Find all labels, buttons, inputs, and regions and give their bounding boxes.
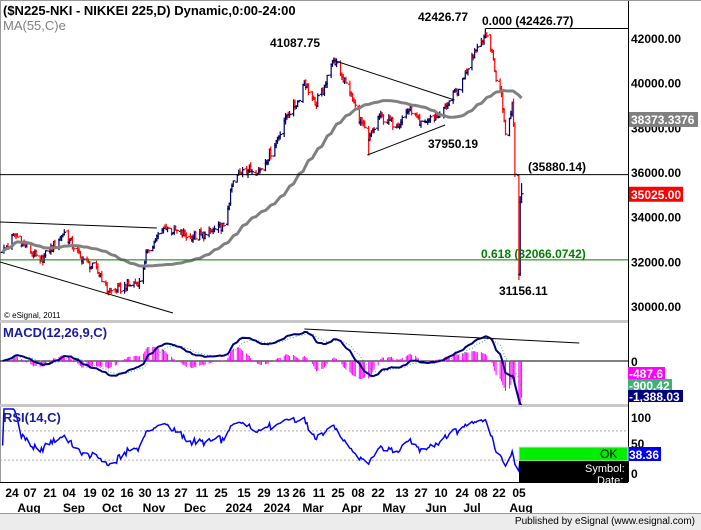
date-tick-label: 22: [492, 486, 506, 500]
watermark: © eSignal, 2011: [4, 311, 61, 320]
fib-level-0-label: 0.000 (42426.77): [482, 14, 573, 28]
crosshair-popup: OK Symbol: Date:: [518, 446, 629, 487]
panel-splitter-macd[interactable]: [0, 320, 628, 323]
date-tick-label: 07: [23, 486, 37, 500]
fib-level-618-label: 0.618 (32066.0742): [481, 247, 586, 261]
date-tick-label: 08: [474, 486, 488, 500]
rsi-tick-label: 0: [631, 467, 638, 481]
popup-ok[interactable]: OK: [600, 447, 617, 461]
price-tick-label: 32000.00: [631, 255, 681, 269]
date-tick-label: 30: [138, 486, 152, 500]
month-label: Mar: [302, 501, 324, 513]
chart-background: [0, 0, 701, 513]
month-label: Jul: [463, 501, 480, 513]
price-annotation: 42426.77: [418, 10, 468, 24]
month-label: Jun: [425, 501, 446, 513]
ma-value-label: 38373.3376: [631, 113, 695, 127]
date-tick-label: 25: [214, 486, 228, 500]
date-tick-label: 13: [276, 486, 290, 500]
price-tick-label: 30000.00: [631, 300, 681, 314]
macd-label: MACD(12,26,9,C): [3, 325, 107, 340]
month-label: Apr: [342, 501, 363, 513]
month-label: Aug: [509, 501, 532, 513]
ma-label: MA(55,C)e: [3, 18, 66, 33]
month-label: Nov: [143, 501, 166, 513]
popup-date-label: Date:: [597, 475, 623, 487]
month-label: Sep: [63, 501, 85, 513]
price-tick-label: 42000.00: [631, 32, 681, 46]
price-annotation: 31156.11: [499, 284, 548, 298]
date-tick-label: 29: [257, 486, 271, 500]
date-tick-label: 24: [455, 486, 469, 500]
resistance-level-label: (35880.14): [528, 160, 586, 174]
month-label: Dec: [184, 501, 206, 513]
published-by: Published by eSignal (www.esignal.com): [514, 516, 695, 527]
price-tick-label: 34000.00: [631, 211, 681, 225]
month-label: 2024: [226, 501, 253, 513]
date-tick-label: 05: [512, 486, 526, 500]
date-tick-label: 26: [292, 486, 306, 500]
date-tick-label: 25: [331, 486, 345, 500]
macd-value-label: -1,388.03: [629, 390, 680, 404]
price-annotation: 41087.75: [270, 36, 320, 50]
month-label: Aug: [17, 501, 40, 513]
rsi-value-label: 38.36: [629, 448, 659, 462]
date-tick-label: 19: [83, 486, 97, 500]
last-price-label: 35025.00: [631, 188, 681, 202]
price-annotation: 37950.19: [428, 137, 478, 151]
date-tick-label: 24: [5, 486, 19, 500]
date-tick-label: 16: [120, 486, 134, 500]
month-label: Oct: [102, 501, 122, 513]
date-tick-label: 21: [43, 486, 57, 500]
date-tick-label: 13: [156, 486, 170, 500]
rsi-label: RSI(14,C): [3, 410, 61, 425]
date-tick-label: 27: [414, 486, 428, 500]
date-tick-label: 08: [351, 486, 365, 500]
rsi-tick-label: 100: [631, 411, 651, 425]
date-tick-label: 27: [174, 486, 188, 500]
price-tick-label: 36000.00: [631, 166, 681, 180]
date-tick-label: 11: [196, 486, 209, 500]
date-tick-label: 11: [313, 486, 326, 500]
date-tick-label: 22: [371, 486, 385, 500]
month-label: May: [382, 501, 406, 513]
status-bar: Published by eSignal (www.esignal.com): [0, 513, 701, 530]
panel-splitter-rsi[interactable]: [0, 404, 628, 407]
chart-canvas[interactable]: 0.000 (42426.77) (35880.14) 0.618 (32066.0…: [0, 0, 701, 513]
popup-symbol-label: Symbol:: [585, 463, 625, 475]
month-label: 2024: [264, 501, 291, 513]
date-tick-label: 04: [62, 486, 76, 500]
date-tick-label: 10: [434, 486, 448, 500]
price-tick-label: 40000.00: [631, 77, 681, 91]
chart-title: ($N225-NKI - NIKKEI 225,D) Dynamic,0:00-…: [3, 3, 296, 18]
date-tick-label: 13: [395, 486, 409, 500]
date-tick-label: 15: [237, 486, 251, 500]
date-tick-label: 02: [101, 486, 115, 500]
